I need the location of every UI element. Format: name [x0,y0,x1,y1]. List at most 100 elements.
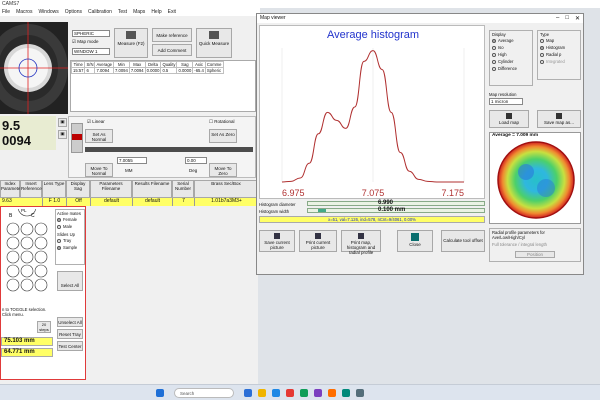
menu-item-file[interactable]: File [2,9,10,15]
quick-measure-button[interactable]: Quick Measure [196,28,232,58]
taskbar-app-icon[interactable] [356,389,364,397]
param-index-parameter[interactable]: Index Parameter [0,180,22,198]
save-map-button[interactable]: Save map as... [537,110,581,128]
menu-item-macros[interactable]: Macros [16,9,32,15]
axis-slider-thumb[interactable] [72,134,82,140]
sample-radio[interactable]: Sample [57,244,83,251]
test-center-button[interactable]: Test Center [57,341,83,351]
add-comment-button[interactable]: Add Comment [152,44,192,56]
display-difference-radio[interactable]: Difference [492,65,530,72]
menu-item-help[interactable]: Help [151,9,161,15]
tray-radio[interactable]: Tray [57,237,83,244]
tray-cell[interactable] [34,250,48,264]
menu-item-test[interactable]: Test [118,9,127,15]
tray-cell[interactable] [20,278,34,292]
tray-cell[interactable] [6,264,20,278]
col-header[interactable]: Average [94,61,114,68]
type-integrated-radio[interactable]: Integrated [540,58,578,65]
display-cylinder-radio[interactable]: Cylinder [492,58,530,65]
param-display-sag[interactable]: Display Sag [66,180,90,198]
tray-cell[interactable] [6,236,20,250]
histogram-width-slider[interactable]: 0.100 mm [307,207,485,213]
make-reference-button[interactable]: Make reference [152,28,192,42]
tray-cell[interactable] [34,278,48,292]
load-map-button[interactable]: Load map [489,110,529,128]
save-picture-button[interactable]: Save current picture [259,230,295,252]
tray-cell[interactable] [34,236,48,250]
taskbar-app-icon[interactable] [258,389,266,397]
close-icon[interactable]: ✕ [575,15,580,22]
param-insert-reference[interactable]: Insert Reference [20,180,42,198]
tray-cell[interactable] [34,264,48,278]
slider-thumb[interactable] [318,209,326,212]
steps-field[interactable]: 20 steps [37,321,51,333]
set-as-normal-button[interactable]: Set As Normal [85,129,113,143]
display-average-radio[interactable]: Average [492,37,530,44]
taskbar-app-icon[interactable] [244,389,252,397]
display-iso-radio[interactable]: Iso [492,44,530,51]
map-resolution-select[interactable]: 1 micron [489,98,523,105]
measure-button[interactable]: Measure (F2) [114,28,148,58]
unselect-all-button[interactable]: Unselect All [57,317,83,327]
tray-cell[interactable] [34,222,48,236]
param-results-filename[interactable]: Results Filename [132,180,172,198]
reset-tray-button[interactable]: Reset Tray [57,329,83,339]
radial-mode-field[interactable]: Full tolerance / integral length [492,242,578,247]
table-row[interactable]: 15:57 6 7.0094 7.0094 7.0094 0.0000 0.5 … [70,67,224,74]
taskbar-app-icon[interactable] [272,389,280,397]
tray-cell[interactable] [20,236,34,250]
print-all-button[interactable]: Print map, histogram and radial profile [341,230,381,255]
type-map-radio[interactable]: Map [540,37,578,44]
param-parameters-filename[interactable]: Parameters Filename [90,180,132,198]
female-checkbox[interactable]: Female [57,216,83,223]
menu-item-maps[interactable]: Maps [133,9,145,15]
move-to-normal-button[interactable]: Move To Normal [85,163,113,177]
lcd-toggle-button-2[interactable]: ▣ [58,130,67,139]
maximize-icon[interactable]: □ [565,15,569,22]
taskbar-app-icon[interactable] [286,389,294,397]
tray-cell[interactable] [20,264,34,278]
linear-checkbox[interactable]: ☑ Linear [87,119,105,125]
tray-cell[interactable] [6,278,20,292]
window-select[interactable]: WINDOW 1 [72,48,110,55]
col-header[interactable]: Time [70,61,86,68]
tray-cell[interactable] [20,250,34,264]
male-checkbox[interactable]: Male [57,223,83,230]
map-mode-checkbox[interactable]: ☑ Map mode [72,39,99,45]
select-all-button[interactable]: Select All [57,271,83,291]
rotation-value-field[interactable]: 0.00 [185,157,207,164]
tray-cell[interactable] [6,222,20,236]
param-brass-sec-box[interactable]: Brass Sec/Box [194,180,258,198]
lcd-toggle-button-1[interactable]: ▣ [58,118,67,127]
minimize-icon[interactable]: – [556,15,559,22]
tray-cell[interactable] [20,222,34,236]
tray-cell[interactable] [6,250,20,264]
col-header[interactable]: Comme [204,61,224,68]
param-serial-number[interactable]: Serial Number [172,180,194,198]
print-picture-button[interactable]: Print current picture [299,230,337,252]
move-to-zero-button[interactable]: Move To Zero [209,163,237,177]
menu-item-exit[interactable]: Exit [168,9,176,15]
taskbar-app-icon[interactable] [342,389,350,397]
rotational-checkbox[interactable]: ☐ Rotational [209,119,235,125]
histogram-diameter-slider[interactable]: 6.990 [307,200,485,206]
col-header[interactable]: Quality [160,61,178,68]
type-histogram-radio[interactable]: Histogram [540,44,578,51]
set-as-zero-button[interactable]: Set As Zero [209,129,237,143]
taskbar-search[interactable]: Search [174,388,234,398]
menu-item-windows[interactable]: Windows [38,9,58,15]
close-button[interactable]: Close [397,230,433,252]
taskbar-app-icon[interactable] [328,389,336,397]
windows-start-icon[interactable] [156,389,164,397]
taskbar-app-icon[interactable] [314,389,322,397]
spheric-select[interactable]: SPHERIC [72,30,110,37]
calculate-tool-offset-button[interactable]: Calculate tool offset [441,230,485,252]
param-lens-type[interactable]: Lens Type [42,180,66,198]
menu-item-options[interactable]: Options [65,9,82,15]
taskbar-app-icon[interactable] [300,389,308,397]
type-radial-radio[interactable]: Radial p [540,51,578,58]
position-button[interactable]: Position [515,251,555,258]
linear-value-field[interactable]: 7.0055 [117,157,147,164]
display-high-radio[interactable]: High [492,51,530,58]
menu-item-calibration[interactable]: Calibration [88,9,112,15]
